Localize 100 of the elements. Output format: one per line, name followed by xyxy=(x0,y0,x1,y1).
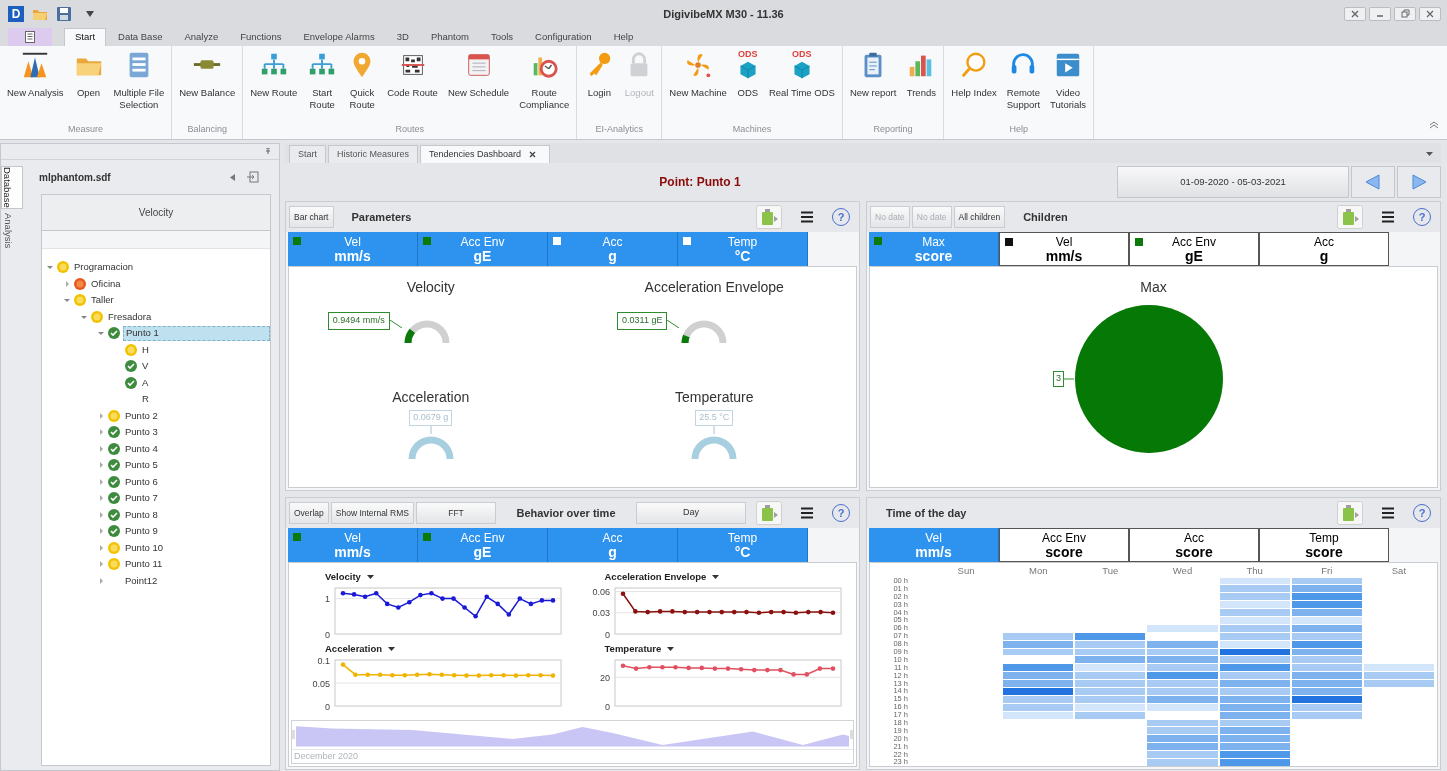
tree-item[interactable]: Punto 8 xyxy=(123,507,160,523)
ribbon-button[interactable]: Start Route xyxy=(303,50,342,122)
toolbar-button[interactable]: All children xyxy=(953,206,1006,228)
ribbon-button[interactable]: New Analysis xyxy=(3,50,68,122)
range-button[interactable]: Day xyxy=(636,502,746,524)
ribbon-button[interactable]: Trends xyxy=(902,50,941,122)
menu-tab[interactable]: 3D xyxy=(386,28,419,46)
day-label: Mon xyxy=(1027,565,1049,577)
tree-item[interactable]: Punto 11 xyxy=(123,556,165,572)
app-logo[interactable]: D xyxy=(8,6,24,22)
tree-item[interactable]: Fresadora xyxy=(106,309,154,325)
ribbon-button[interactable]: New Route xyxy=(246,50,302,122)
menu-tab[interactable]: Data Base xyxy=(108,28,173,46)
menu-tab[interactable]: Start xyxy=(64,28,107,46)
tree-item[interactable]: Punto 10 xyxy=(123,540,166,556)
ribbon-button[interactable]: Video Tutorials xyxy=(1046,50,1091,122)
tree-item[interactable]: V xyxy=(140,358,151,374)
document-tab[interactable]: Historic Measures xyxy=(328,145,419,163)
ribbon-button[interactable]: Login xyxy=(580,50,619,122)
panel-title: Parameters xyxy=(351,209,412,225)
ribbon-button[interactable]: Open xyxy=(69,50,108,122)
parameter-tab[interactable]: Acc Env gE xyxy=(1129,232,1259,266)
navigator-label: December 2020 xyxy=(292,748,853,763)
parameter-tab[interactable]: Acc g xyxy=(1259,232,1389,266)
document-tab[interactable]: Start xyxy=(289,145,326,163)
day-label: Fri xyxy=(1320,565,1334,577)
ribbon-button[interactable]: Help Index xyxy=(947,50,1001,122)
side-tab[interactable]: Database xyxy=(1,166,23,209)
ribbon-button[interactable]: Remote Support xyxy=(1002,50,1045,122)
menu-tab[interactable]: Analyze xyxy=(174,28,229,46)
ribbon-group-label: Balancing xyxy=(186,123,228,136)
tree-item[interactable]: Punto 1 xyxy=(123,325,270,341)
ribbon-group-label: Reporting xyxy=(872,123,914,136)
axis-tick-label: 0.05 xyxy=(312,678,330,689)
tree-item[interactable]: Oficina xyxy=(89,276,123,292)
menu-tab[interactable]: Help xyxy=(603,28,644,46)
axis-tick-label: 0 xyxy=(604,629,610,639)
parameter-tab[interactable]: Temp score xyxy=(1259,528,1389,562)
day-label: Sun xyxy=(956,565,976,577)
tree-item[interactable]: Punto 5 xyxy=(123,457,160,473)
ribbon-button[interactable]: ODS ODS xyxy=(732,50,763,122)
axis-tick-label: 0 xyxy=(604,701,610,711)
ribbon-button[interactable]: ODS Real Time ODS xyxy=(764,50,839,122)
point-title: Point: Punto 1 xyxy=(658,174,742,191)
chart-title[interactable]: Acceleration xyxy=(325,641,383,657)
panel-title: Children xyxy=(1023,209,1068,225)
toolbar-button[interactable]: Show Internal RMS xyxy=(330,502,414,524)
axis-tick-label: 20 xyxy=(599,672,610,683)
panel-title: Time of the day xyxy=(886,505,967,521)
day-label: Sat xyxy=(1390,565,1408,577)
tree-item[interactable]: R xyxy=(140,391,151,407)
gauge-reading: 0.0679 g xyxy=(409,410,453,426)
tree-item[interactable]: Punto 4 xyxy=(123,441,160,457)
column-header[interactable]: Velocity xyxy=(42,195,270,231)
menu-tab[interactable]: Functions xyxy=(230,28,292,46)
side-tab[interactable]: Analysis xyxy=(1,212,23,249)
ribbon-button[interactable]: New Balance xyxy=(175,50,240,122)
tree-item[interactable]: Punto 6 xyxy=(123,474,160,490)
ribbon-group-label: Help xyxy=(1008,123,1029,136)
ribbon-button[interactable]: New Machine xyxy=(665,50,731,122)
window-title: DigivibeMX M30 - 11.36 xyxy=(662,6,785,22)
parameter-tab[interactable]: Vel mm/s xyxy=(999,232,1129,266)
ribbon-button[interactable]: New report xyxy=(845,50,901,122)
ribbon-button[interactable]: Multiple File Selection xyxy=(109,50,169,122)
tree-item[interactable]: Punto 2 xyxy=(123,408,160,424)
toolbar-button[interactable]: Bar chart xyxy=(289,206,334,228)
toolbar-button[interactable]: FFT xyxy=(416,502,496,524)
file-name: mlphantom.sdf xyxy=(39,170,112,185)
ribbon-group-label: EI-Analytics xyxy=(594,123,645,136)
axis-tick-label: 0.03 xyxy=(591,608,610,619)
toolbar-button[interactable]: Overlap xyxy=(289,502,329,524)
ribbon-button[interactable]: Quick Route xyxy=(343,50,382,122)
axis-tick-label: 0.1 xyxy=(317,657,330,666)
menu-tab[interactable]: Tools xyxy=(480,28,524,46)
parameter-tab[interactable]: Acc Env score xyxy=(999,528,1129,562)
parameter-tab[interactable]: Acc score xyxy=(1129,528,1259,562)
tree-item[interactable]: H xyxy=(140,342,151,358)
tree-item[interactable]: A xyxy=(140,375,151,391)
tree-item[interactable]: Punto 3 xyxy=(123,424,160,440)
ribbon-button[interactable]: Route Compliance xyxy=(515,50,574,122)
menu-tab[interactable]: Envelope Alarms xyxy=(293,28,385,46)
menu-tab[interactable]: Configuration xyxy=(525,28,602,46)
tree-item[interactable]: Taller xyxy=(89,292,116,308)
tree-item[interactable]: Point12 xyxy=(123,573,160,589)
gauge-reading: 25.5 °C xyxy=(695,410,734,426)
chart-title[interactable]: Temperature xyxy=(604,641,662,657)
tree-item[interactable]: Punto 9 xyxy=(123,523,160,539)
chart-title[interactable]: Acceleration Envelope xyxy=(604,569,707,585)
date-range-button[interactable]: 01-09-2020 - 05-03-2021 xyxy=(1117,166,1349,198)
ribbon-group-label: Routes xyxy=(394,123,425,136)
tree-item[interactable]: Punto 7 xyxy=(123,490,160,506)
ribbon-button[interactable]: New Schedule xyxy=(443,50,514,122)
menu-tab[interactable]: Phantom xyxy=(420,28,479,46)
document-tab[interactable]: Tendencies Dashboard xyxy=(420,145,551,163)
tree-item[interactable]: Programacion xyxy=(72,259,136,275)
gauge-reading: 0.0311 gE xyxy=(617,312,668,330)
panel-title: Behavior over time xyxy=(515,505,617,521)
ribbon-button[interactable]: Code Route xyxy=(383,50,442,122)
gauge-title: Velocity xyxy=(406,278,455,297)
chart-title[interactable]: Velocity xyxy=(325,569,361,585)
